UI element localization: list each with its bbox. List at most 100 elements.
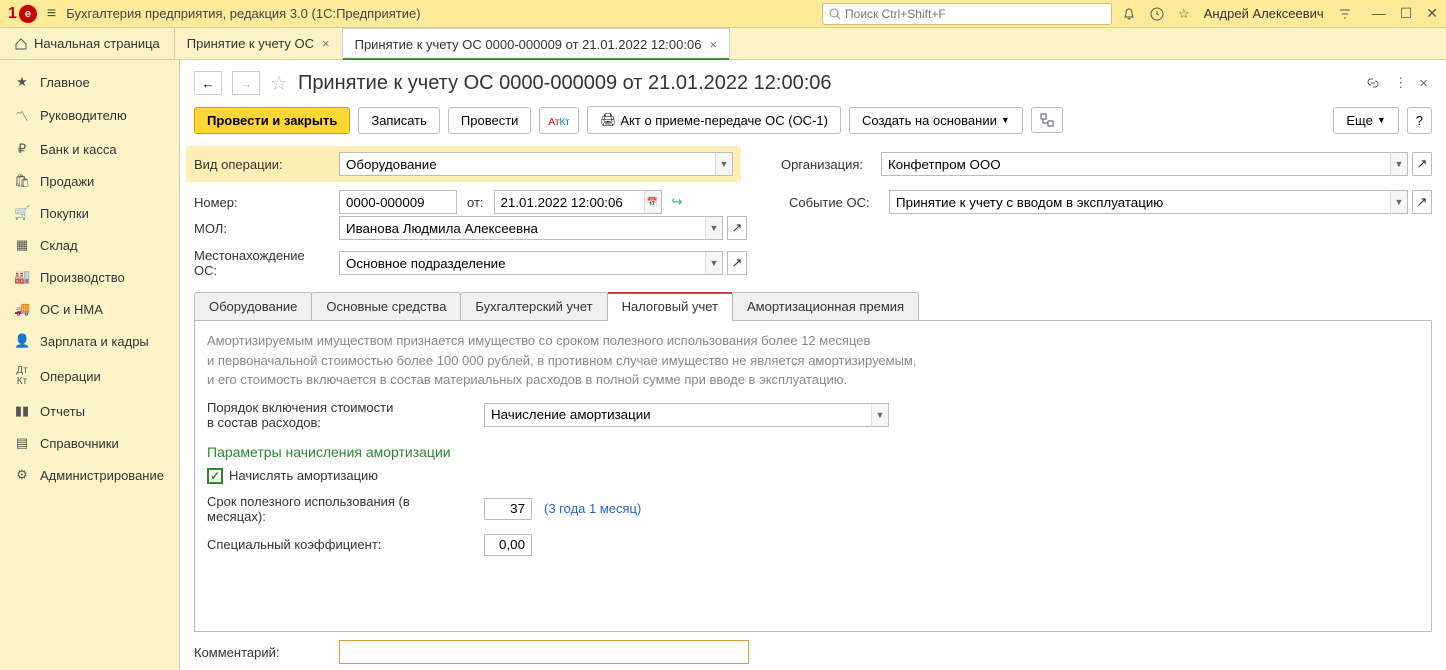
life-hint[interactable]: (3 года 1 месяц) bbox=[544, 501, 641, 516]
sidebar-item-bank[interactable]: ₽Банк и касса bbox=[0, 133, 179, 165]
amortize-checkbox[interactable]: ✓ bbox=[207, 468, 223, 484]
life-input[interactable] bbox=[484, 498, 532, 520]
tab-close-icon[interactable]: × bbox=[322, 36, 330, 51]
chevron-down-icon[interactable]: ▼ bbox=[715, 152, 733, 176]
sidebar-item-assets[interactable]: 🚚ОС и НМА bbox=[0, 293, 179, 325]
logo-1c: 1e bbox=[8, 5, 37, 23]
location-input[interactable] bbox=[339, 251, 705, 275]
chevron-down-icon[interactable]: ▼ bbox=[705, 216, 723, 240]
sidebar-item-purchases[interactable]: 🛒Покупки bbox=[0, 197, 179, 229]
search-input-wrap[interactable] bbox=[822, 3, 1112, 25]
person-icon: 👤 bbox=[14, 333, 30, 349]
sidebar-item-reports[interactable]: ▮▮Отчеты bbox=[0, 395, 179, 427]
date-input[interactable] bbox=[494, 190, 644, 214]
home-icon bbox=[14, 37, 28, 51]
open-icon[interactable]: ↗ bbox=[1412, 190, 1432, 214]
nav-back-button[interactable]: ← bbox=[194, 71, 222, 95]
sidebar-item-label: Справочники bbox=[40, 436, 119, 451]
tab-fixed-assets[interactable]: Основные средства bbox=[311, 292, 461, 320]
order-label-line: Порядок включения стоимости bbox=[207, 400, 472, 415]
more-label: Еще bbox=[1346, 113, 1372, 128]
chart-icon: 〽 bbox=[14, 106, 30, 125]
menu-icon[interactable]: ≡ bbox=[47, 5, 56, 23]
sidebar-item-production[interactable]: 🏭Производство bbox=[0, 261, 179, 293]
sidebar-item-manager[interactable]: 〽 Руководителю bbox=[0, 98, 179, 133]
mol-label: МОЛ: bbox=[194, 221, 329, 236]
sidebar-item-warehouse[interactable]: ▦Склад bbox=[0, 229, 179, 261]
chevron-down-icon[interactable]: ▼ bbox=[705, 251, 723, 275]
tab-tax[interactable]: Налоговый учет bbox=[607, 292, 733, 320]
tab-list[interactable]: Принятие к учету ОС × bbox=[175, 28, 343, 59]
sidebar-item-operations[interactable]: ДтКтОперации bbox=[0, 357, 179, 395]
order-input[interactable] bbox=[484, 403, 871, 427]
hint-line: и первоначальной стоимостью более 100 00… bbox=[207, 351, 1419, 371]
sidebar-item-main[interactable]: ★Главное bbox=[0, 66, 179, 98]
maximize-button[interactable]: ☐ bbox=[1400, 5, 1413, 22]
post-button[interactable]: Провести bbox=[448, 107, 532, 134]
link-icon[interactable] bbox=[1360, 70, 1386, 96]
star-icon[interactable]: ☆ bbox=[1178, 6, 1190, 22]
create-based-label: Создать на основании bbox=[862, 113, 997, 128]
event-input[interactable] bbox=[889, 190, 1390, 214]
sidebar-item-hr[interactable]: 👤Зарплата и кадры bbox=[0, 325, 179, 357]
chevron-down-icon[interactable]: ▼ bbox=[871, 403, 889, 427]
tab-close-icon[interactable]: × bbox=[709, 37, 717, 52]
factory-icon: 🏭 bbox=[14, 269, 30, 285]
kebab-icon[interactable]: ⋮ bbox=[1394, 75, 1407, 91]
section-title: Параметры начисления амортизации bbox=[207, 444, 1419, 460]
number-input[interactable] bbox=[339, 190, 457, 214]
home-tab[interactable]: Начальная страница bbox=[0, 28, 175, 59]
sidebar-item-admin[interactable]: ⚙Администрирование bbox=[0, 459, 179, 491]
mol-input[interactable] bbox=[339, 216, 705, 240]
dtkt-icon: ДтКт bbox=[14, 365, 30, 387]
open-icon[interactable]: ↗ bbox=[1412, 152, 1432, 176]
event-label: Событие ОС: bbox=[789, 195, 879, 210]
username[interactable]: Андрей Алексеевич bbox=[1204, 6, 1324, 21]
post-status-icon[interactable]: ↪ bbox=[672, 194, 683, 210]
structure-button[interactable] bbox=[1031, 107, 1063, 133]
close-button[interactable]: ✕ bbox=[1426, 5, 1438, 22]
filter-icon[interactable] bbox=[1338, 7, 1352, 21]
open-icon[interactable]: ↗ bbox=[727, 216, 747, 240]
order-label: Порядок включения стоимости в состав рас… bbox=[207, 400, 472, 430]
calendar-icon[interactable]: 📅 bbox=[644, 190, 662, 214]
create-based-button[interactable]: Создать на основании ▼ bbox=[849, 107, 1023, 134]
chevron-down-icon[interactable]: ▼ bbox=[1390, 152, 1408, 176]
bell-icon[interactable] bbox=[1122, 7, 1136, 21]
tab-equipment[interactable]: Оборудование bbox=[194, 292, 312, 320]
search-icon bbox=[829, 8, 841, 20]
amortize-label: Начислять амортизацию bbox=[229, 468, 378, 483]
tab-accounting[interactable]: Бухгалтерский учет bbox=[460, 292, 607, 320]
comment-label: Комментарий: bbox=[194, 645, 329, 660]
sidebar-item-label: Главное bbox=[40, 75, 90, 90]
dtkt-button[interactable]: АтКт bbox=[539, 107, 578, 134]
favorite-star-icon[interactable]: ☆ bbox=[270, 71, 288, 96]
org-input[interactable] bbox=[881, 152, 1390, 176]
open-icon[interactable]: ↗ bbox=[727, 251, 747, 275]
home-tab-label: Начальная страница bbox=[34, 36, 160, 51]
sidebar-item-catalogs[interactable]: ▤Справочники bbox=[0, 427, 179, 459]
op-type-input[interactable] bbox=[339, 152, 715, 176]
life-label: Срок полезного использования (в месяцах)… bbox=[207, 494, 472, 524]
post-and-close-button[interactable]: Провести и закрыть bbox=[194, 107, 350, 134]
nav-forward-button[interactable]: → bbox=[232, 71, 260, 95]
tree-icon bbox=[1040, 113, 1054, 127]
tab-bonus[interactable]: Амортизационная премия bbox=[732, 292, 919, 320]
comment-input[interactable] bbox=[339, 640, 749, 664]
help-button[interactable]: ? bbox=[1407, 107, 1432, 134]
truck-icon: 🚚 bbox=[14, 301, 30, 317]
search-input[interactable] bbox=[845, 7, 1105, 21]
print-act-button[interactable]: 🖨 Акт о приеме-передаче ОС (ОС-1) bbox=[587, 106, 841, 134]
tax-hint: Амортизируемым имуществом признается иму… bbox=[207, 331, 1419, 390]
close-doc-icon[interactable]: × bbox=[1415, 75, 1432, 92]
tab-document[interactable]: Принятие к учету ОС 0000-000009 от 21.01… bbox=[343, 28, 730, 59]
sidebar-item-label: Руководителю bbox=[40, 108, 127, 123]
sidebar-item-sales[interactable]: 🛍Продажи bbox=[0, 165, 179, 197]
minimize-button[interactable]: — bbox=[1372, 5, 1386, 22]
chevron-down-icon[interactable]: ▼ bbox=[1390, 190, 1408, 214]
more-button[interactable]: Еще ▼ bbox=[1333, 107, 1398, 134]
history-icon[interactable] bbox=[1150, 7, 1164, 21]
save-button[interactable]: Записать bbox=[358, 107, 440, 134]
coef-input[interactable] bbox=[484, 534, 532, 556]
chevron-down-icon: ▼ bbox=[1377, 115, 1386, 125]
